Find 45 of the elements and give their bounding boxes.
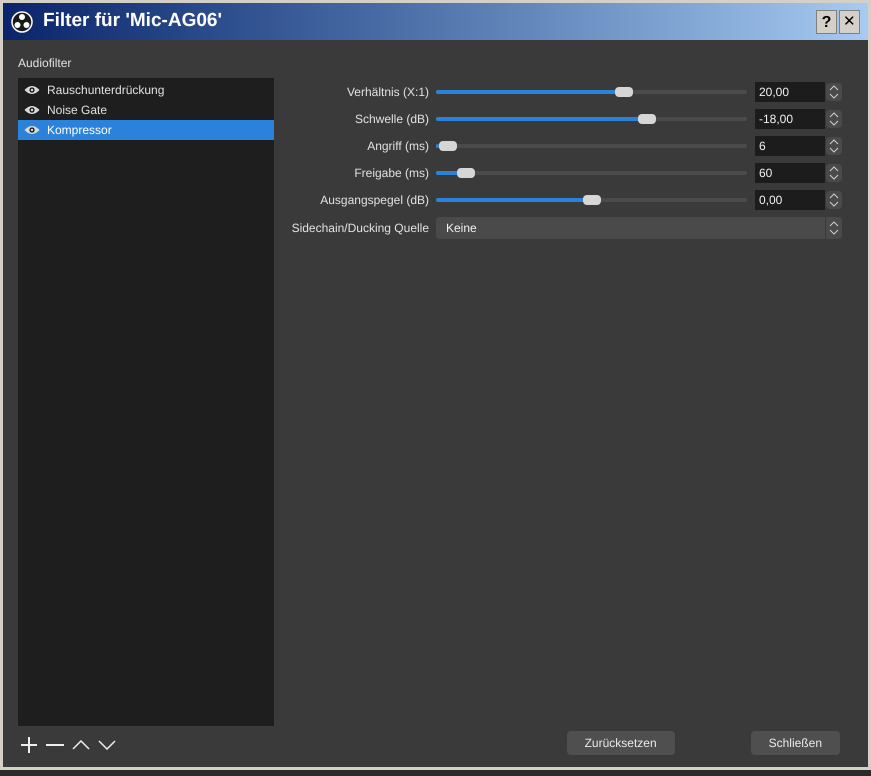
value-field[interactable]: 20,00 [755, 82, 825, 102]
filter-item[interactable]: Noise Gate [18, 100, 274, 120]
slider-handle[interactable] [582, 194, 600, 204]
app-logo-icon [11, 10, 33, 32]
spin-arrows-icon[interactable] [826, 164, 842, 182]
filter-item[interactable]: Kompressor [18, 120, 274, 140]
setting-label: Schwelle (dB) [354, 110, 430, 128]
value-field[interactable]: -18,00 [755, 108, 825, 128]
setting-label: Sidechain/Ducking Quelle [290, 220, 430, 237]
slider[interactable] [436, 166, 747, 180]
slider-handle[interactable] [456, 168, 474, 178]
section-label: Audiofilter [18, 55, 72, 72]
eye-icon[interactable] [24, 105, 40, 115]
eye-icon[interactable] [24, 85, 40, 95]
eye-icon[interactable] [24, 125, 40, 135]
slider-handle[interactable] [614, 86, 633, 96]
spin-arrows-icon[interactable] [826, 82, 842, 100]
move-up-icon[interactable] [72, 740, 90, 750]
dropdown[interactable]: Keine [436, 217, 842, 239]
setting-label: Freigabe (ms) [353, 164, 430, 182]
slider[interactable] [436, 112, 747, 126]
filter-item[interactable]: Rauschunterdrückung [18, 80, 274, 100]
window-title: Filter für 'Mic-AG06' [43, 9, 224, 34]
dropdown-arrows-icon [829, 221, 839, 235]
dialog-button[interactable]: Schließen [750, 731, 840, 755]
slider-handle[interactable] [638, 114, 656, 124]
spin-arrows-icon[interactable] [826, 136, 842, 154]
value-field[interactable]: 0,00 [755, 190, 825, 210]
setting-label: Ausgangspegel (dB) [319, 192, 430, 208]
slider[interactable] [436, 138, 747, 152]
add-icon[interactable] [20, 736, 38, 754]
close-button[interactable]: ✕ [839, 10, 860, 34]
value-field[interactable]: 6 [755, 136, 825, 156]
value-field[interactable]: 60 [755, 162, 825, 182]
setting-label: Angriff (ms) [366, 138, 430, 154]
setting-label: Verhältnis (X:1) [346, 84, 430, 100]
help-button[interactable]: ? [816, 10, 837, 34]
slider[interactable] [436, 84, 747, 98]
spin-arrows-icon[interactable] [826, 190, 842, 208]
slider[interactable] [436, 192, 747, 206]
remove-icon[interactable] [46, 743, 64, 747]
dialog-button[interactable]: Zurücksetzen [566, 731, 675, 755]
spin-arrows-icon[interactable] [826, 110, 842, 128]
move-down-icon[interactable] [98, 740, 116, 750]
slider-handle[interactable] [438, 140, 457, 150]
